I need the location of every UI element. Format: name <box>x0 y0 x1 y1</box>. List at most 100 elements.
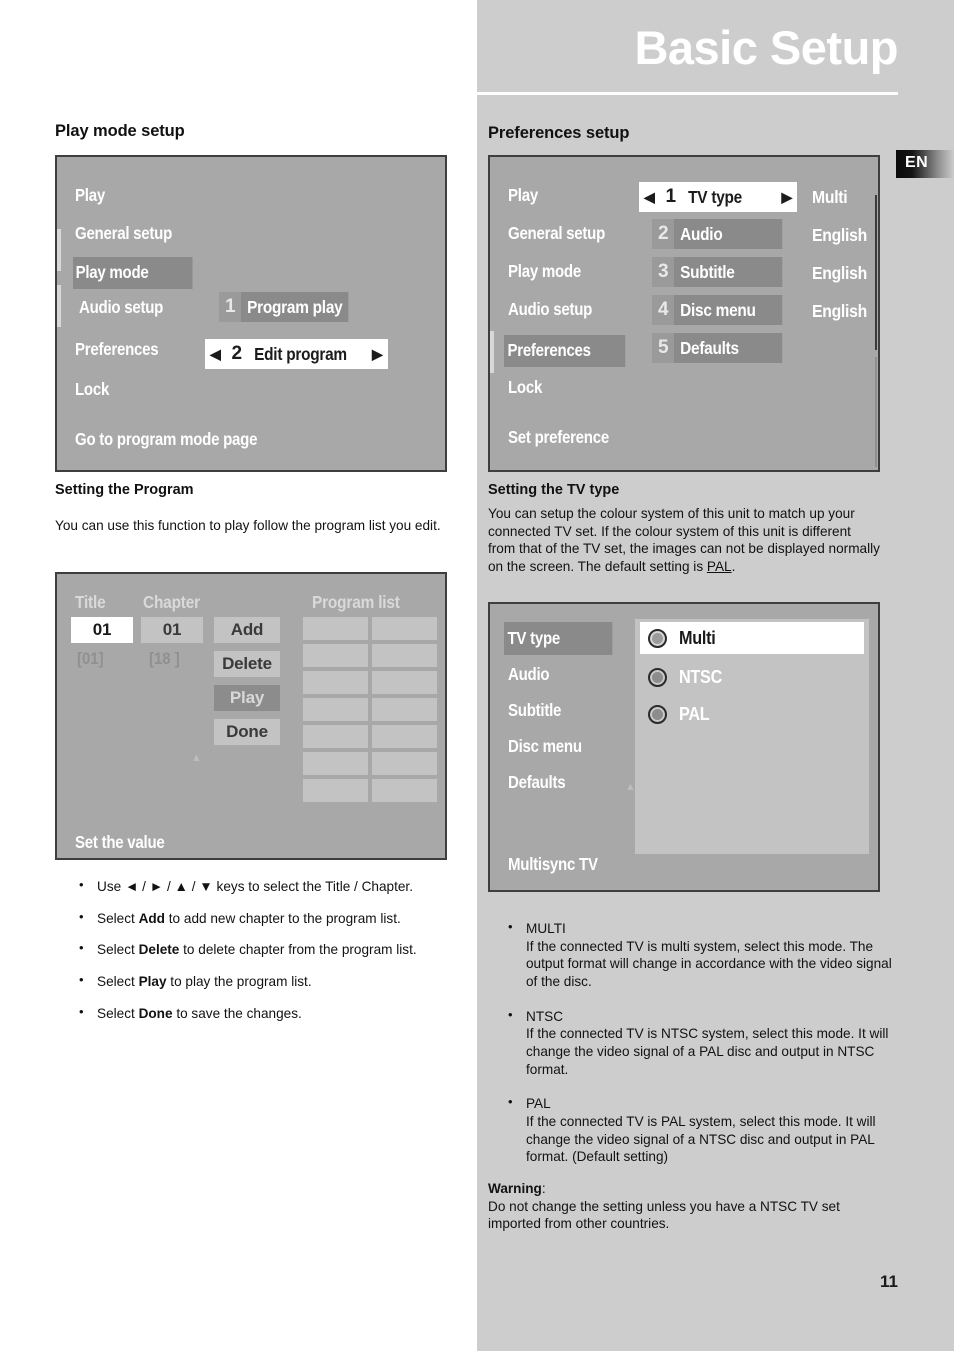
tvtype-menu-item-tv-type[interactable]: TV type <box>504 622 613 655</box>
osd-scrollbar[interactable] <box>875 195 877 350</box>
program-col-header-title: Title <box>75 592 106 612</box>
osd-option-defaults[interactable]: 5 Defaults <box>652 333 797 363</box>
tvtype-menu-item-subtitle[interactable]: Subtitle <box>508 700 561 721</box>
osd-option-label: TV type <box>687 186 742 207</box>
osd-menu-item-preferences[interactable]: Preferences <box>504 335 626 367</box>
bullet-body: If the connected TV is multi system, sel… <box>526 938 892 990</box>
osd-menu-item-play[interactable]: Play <box>75 185 105 206</box>
bullet-text: to play the program list. <box>166 974 312 990</box>
program-list-cell[interactable] <box>303 671 368 694</box>
tvtype-radio-label: PAL <box>679 703 710 724</box>
osd-menu-item-general-setup[interactable]: General setup <box>508 223 605 244</box>
program-list-cell[interactable] <box>303 644 368 667</box>
osd-option-label: Subtitle <box>674 257 783 287</box>
osd-menu-item-play[interactable]: Play <box>508 185 538 206</box>
program-list-cell[interactable] <box>303 779 368 802</box>
bullet-body: If the connected TV is PAL system, selec… <box>526 1114 876 1165</box>
tvtype-radio-pal[interactable]: PAL <box>640 698 864 730</box>
program-list-cell[interactable] <box>372 752 437 775</box>
osd-option-edit-program[interactable]: ◀ 2 Edit program ▶ <box>205 339 388 369</box>
osd-option-number: 3 <box>652 257 675 287</box>
left-paragraph: You can use this function to play follow… <box>55 518 441 533</box>
bullet-item: MULTI If the connected TV is multi system… <box>504 919 904 991</box>
osd-footer-hint: Set the value <box>75 832 165 852</box>
program-list-cell[interactable] <box>303 698 368 721</box>
program-list-cell[interactable] <box>303 752 368 775</box>
tvtype-radio-ntsc[interactable]: NTSC <box>640 661 864 693</box>
osd-option-label: Disc menu <box>674 295 783 325</box>
osd-menu-item-lock[interactable]: Lock <box>75 379 109 400</box>
bullet-emphasis: Done <box>138 1005 173 1021</box>
program-button-delete[interactable]: Delete <box>214 651 280 677</box>
program-list-cell[interactable] <box>372 725 437 748</box>
tvtype-radio-label: NTSC <box>679 666 723 687</box>
bullet-emphasis: Add <box>138 910 165 926</box>
osd-option-label: Edit program <box>253 343 347 364</box>
program-title-value[interactable]: 01 <box>71 617 133 643</box>
right-paragraph-post: . <box>731 559 736 575</box>
bullet-text: Use ◄ / ► / ▲ / ▼ keys to select the Tit… <box>97 879 413 894</box>
radio-unselected-icon <box>648 704 667 724</box>
warning-label: Warning <box>488 1181 542 1196</box>
osd-menu-item-lock[interactable]: Lock <box>508 377 542 398</box>
tvtype-radio-multi[interactable]: Multi <box>640 622 864 654</box>
program-col-header-list: Program list <box>312 592 400 612</box>
right-section-title: Preferences setup <box>488 124 630 142</box>
osd-menu-item-preferences[interactable]: Preferences <box>75 339 159 360</box>
tvtype-radio-label: Multi <box>679 627 716 648</box>
program-list-cell[interactable] <box>372 779 437 802</box>
program-col-header-chapter: Chapter <box>143 592 200 612</box>
bullet-text: to delete chapter from the program list. <box>179 942 417 958</box>
bullet-title: PAL <box>526 1096 551 1112</box>
osd-value-tv-type: Multi <box>812 187 848 207</box>
bullet-item: PAL If the connected TV is PAL system, se… <box>504 1094 904 1166</box>
right-paragraph: You can setup the colour system of this … <box>488 505 880 576</box>
bullet-text: to save the changes. <box>172 1005 302 1021</box>
bullet-text: Select <box>97 942 139 958</box>
osd-footer-hint: Multisync TV <box>508 854 598 874</box>
page-header: Basic Setup <box>477 0 954 96</box>
osd-preferences-setup: Play General setup Play mode Audio setup… <box>488 155 880 472</box>
bullet-text: to add new chapter to the program list. <box>165 910 401 926</box>
left-sub-heading: Setting the Program <box>55 482 194 498</box>
tvtype-menu-item-disc-menu[interactable]: Disc menu <box>508 736 582 757</box>
osd-tv-type: TV type Audio Subtitle Disc menu Default… <box>488 602 880 892</box>
bullet-emphasis: Play <box>138 974 167 990</box>
osd-menu-item-play-mode[interactable]: Play mode <box>73 257 193 289</box>
program-list-cell[interactable] <box>372 698 437 721</box>
program-list-cell[interactable] <box>303 725 368 748</box>
program-list-cell[interactable] <box>303 617 368 640</box>
bullet-body: If the connected TV is NTSC system, sele… <box>526 1026 889 1077</box>
tvtype-menu-item-defaults[interactable]: Defaults <box>508 772 566 793</box>
osd-footer-hint: Go to program mode page <box>75 429 258 449</box>
page-title: Basic Setup <box>634 21 898 74</box>
program-button-done[interactable]: Done <box>214 719 280 745</box>
osd-option-disc-menu[interactable]: 4 Disc menu <box>652 295 797 325</box>
osd-menu-item-audio-setup[interactable]: Audio setup <box>79 297 163 318</box>
osd-left-edge-marker-1 <box>57 229 61 271</box>
osd-menu-item-audio-setup[interactable]: Audio setup <box>508 299 592 320</box>
osd-menu-item-general-setup[interactable]: General setup <box>75 223 172 244</box>
program-list-cell[interactable] <box>372 644 437 667</box>
osd-scrollbar-track[interactable] <box>875 357 877 467</box>
radio-unselected-icon <box>648 667 667 687</box>
program-chapter-value[interactable]: 01 <box>141 617 203 643</box>
osd-option-program-play[interactable]: 1 Program play <box>219 292 364 322</box>
right-paragraph-underlined: PAL <box>706 559 732 575</box>
osd-option-audio[interactable]: 2 Audio <box>652 219 797 249</box>
bullet-item: NTSC If the connected TV is NTSC system, … <box>504 1007 904 1079</box>
tvtype-menu-item-audio[interactable]: Audio <box>508 664 550 685</box>
osd-option-subtitle[interactable]: 3 Subtitle <box>652 257 797 287</box>
osd-option-number: 2 <box>652 219 675 249</box>
program-button-add[interactable]: Add <box>214 617 280 643</box>
right-sub-heading: Setting the TV type <box>488 482 620 498</box>
program-list-cell[interactable] <box>372 671 437 694</box>
program-button-play[interactable]: Play <box>214 685 280 711</box>
caret-left-icon: ◀ <box>210 345 221 362</box>
warning-body: Do not change the setting unless you hav… <box>488 1198 840 1232</box>
osd-menu-item-play-mode[interactable]: Play mode <box>508 261 581 282</box>
program-list-cell[interactable] <box>372 617 437 640</box>
osd-option-tv-type[interactable]: ◀ 1 TV type ▶ <box>639 182 797 212</box>
osd-option-label: Defaults <box>674 333 783 363</box>
radio-selected-icon <box>648 628 667 648</box>
